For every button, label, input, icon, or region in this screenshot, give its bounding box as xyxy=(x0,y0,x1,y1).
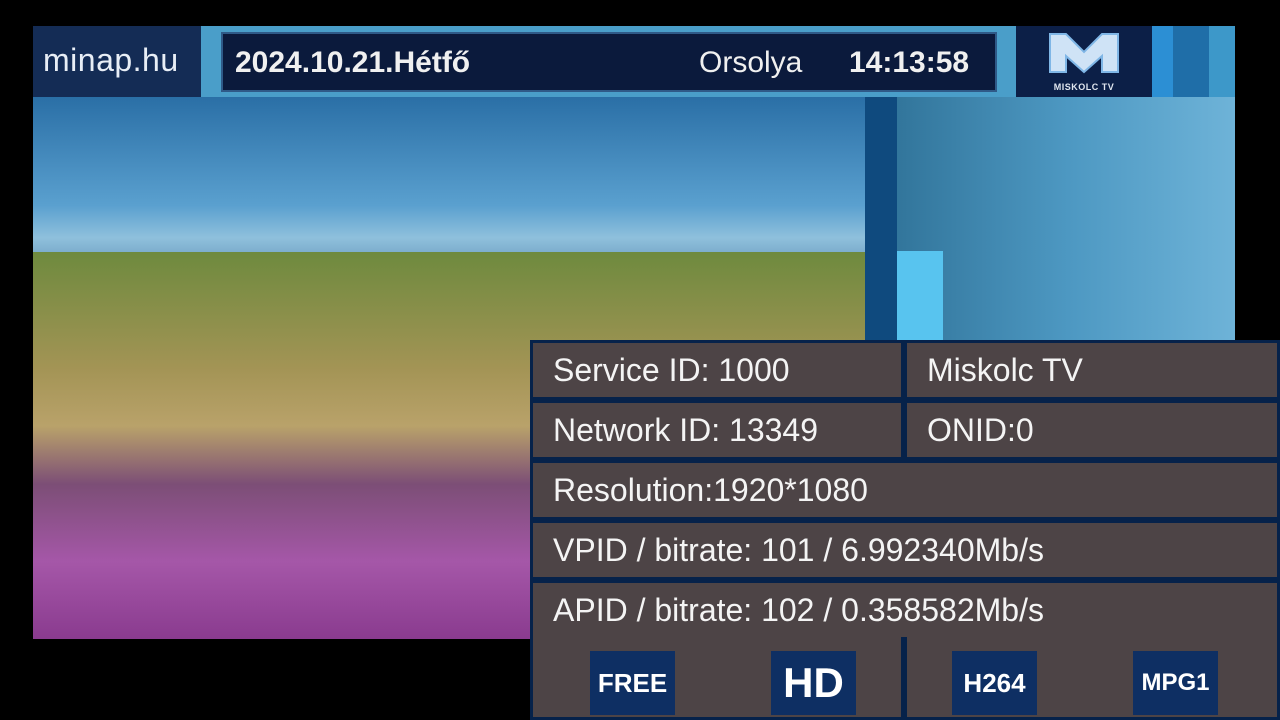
onid-value: ONID:0 xyxy=(927,411,1034,448)
resolution-value: Resolution:1920*1080 xyxy=(553,471,868,508)
service-id-cell: Service ID: 1000 xyxy=(533,343,901,397)
access-quality-badges-cell: FREE HD xyxy=(533,631,901,717)
channel-logo-text: MISKOLC TV xyxy=(1053,82,1115,92)
header-stripe xyxy=(1152,26,1173,97)
channel-logo: MISKOLC TV xyxy=(1016,26,1152,97)
vpid-bitrate-cell: VPID / bitrate: 101 / 6.992340Mb/s xyxy=(533,523,1277,577)
date-label: 2024.10.21.Hétfő xyxy=(235,46,471,79)
header-stripe xyxy=(1173,26,1209,97)
site-logo-text: minap.hu xyxy=(43,42,179,78)
network-id-cell: Network ID: 13349 xyxy=(533,403,901,457)
audio-codec-badge: MPG1 xyxy=(1133,651,1218,715)
network-id-value: Network ID: 13349 xyxy=(553,411,819,448)
channel-name-cell: Miskolc TV xyxy=(907,343,1277,397)
codec-badges-cell: H264 MPG1 xyxy=(907,631,1277,717)
channel-name-value: Miskolc TV xyxy=(927,351,1083,388)
onid-cell: ONID:0 xyxy=(907,403,1277,457)
apid-bitrate-cell: APID / bitrate: 102 / 0.358582Mb/s xyxy=(533,583,1277,637)
video-codec-badge: H264 xyxy=(952,651,1037,715)
clock-label: 14:13:58 xyxy=(849,46,970,79)
channel-info-osd: Service ID: 1000 Miskolc TV Network ID: … xyxy=(530,340,1280,720)
header-bar: minap.hu 2024.10.21.Hétfő Orsolya 14:13:… xyxy=(33,26,1235,97)
free-badge: FREE xyxy=(590,651,675,715)
miskolc-tv-logo-icon xyxy=(1049,33,1119,74)
vpid-bitrate-value: VPID / bitrate: 101 / 6.992340Mb/s xyxy=(553,531,1044,568)
resolution-cell: Resolution:1920*1080 xyxy=(533,463,1277,517)
header-stripe xyxy=(1209,26,1235,97)
hd-badge: HD xyxy=(771,651,856,715)
service-id-value: Service ID: 1000 xyxy=(553,351,790,388)
apid-bitrate-value: APID / bitrate: 102 / 0.358582Mb/s xyxy=(553,591,1044,628)
name-day-label: Orsolya xyxy=(699,46,803,79)
graphic-bar-dark xyxy=(865,97,897,347)
site-logo: minap.hu xyxy=(33,26,201,97)
date-time-box: 2024.10.21.Hétfő Orsolya 14:13:58 xyxy=(221,32,997,92)
graphic-bar-light xyxy=(897,251,943,347)
